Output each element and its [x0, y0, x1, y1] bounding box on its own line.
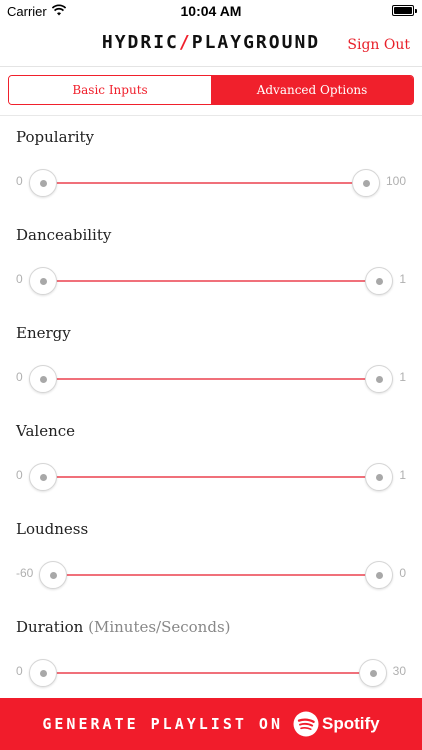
range-min-handle[interactable] [29, 463, 57, 491]
range-min-handle[interactable] [29, 659, 57, 687]
status-time: 10:04 AM [180, 3, 242, 19]
filter-duration: Duration (Minutes/Seconds) 0 30 [0, 606, 422, 704]
range-min-handle[interactable] [29, 169, 57, 197]
range-track[interactable] [43, 672, 373, 674]
range-max-handle[interactable] [359, 659, 387, 687]
range-min-handle[interactable] [39, 561, 67, 589]
filter-min-value: 0 [16, 468, 23, 482]
range-min-handle[interactable] [29, 267, 57, 295]
filter-label-text: Valence [16, 422, 76, 440]
filter-label-text: Duration [16, 618, 84, 636]
filter-label: Energy [16, 324, 71, 342]
range-track[interactable] [53, 574, 379, 576]
tab-basic-inputs[interactable]: Basic Inputs [9, 76, 211, 104]
filter-min-value: -60 [16, 566, 34, 580]
nav-bar: HYDRIC/PLAYGROUND Sign Out [0, 22, 422, 67]
range-max-handle[interactable] [365, 365, 393, 393]
range-track[interactable] [43, 378, 379, 380]
sign-out-button[interactable]: Sign Out [347, 37, 410, 53]
logo-slash: / [178, 32, 192, 53]
range-track[interactable] [43, 280, 379, 282]
range-track[interactable] [43, 476, 379, 478]
mode-segmented-control: Basic Inputs Advanced Options [8, 75, 414, 105]
filter-label-text: Popularity [16, 128, 94, 146]
filter-max-value: 100 [385, 174, 406, 188]
spotify-wordmark: Spotify [322, 714, 380, 733]
filter-min-value: 0 [16, 272, 23, 286]
filter-loudness: Loudness -60 0 [0, 508, 422, 606]
filter-label: Duration (Minutes/Seconds) [16, 618, 231, 636]
filter-max-value: 30 [392, 664, 406, 678]
filter-max-value: 1 [399, 370, 406, 384]
range-min-handle[interactable] [29, 365, 57, 393]
logo-word-playground: PLAYGROUND [191, 32, 321, 53]
filter-min-value: 0 [16, 174, 23, 188]
filter-max-value: 0 [399, 566, 406, 580]
filter-danceability: Danceability 0 1 [0, 214, 422, 312]
filter-label-text: Energy [16, 324, 71, 342]
filter-label-text: Danceability [16, 226, 112, 244]
range-max-handle[interactable] [352, 169, 380, 197]
filter-label-text: Loudness [16, 520, 89, 538]
filter-popularity: Popularity 0 100 [0, 116, 422, 214]
range-max-handle[interactable] [365, 267, 393, 295]
logo-word-hydric: HYDRIC [101, 32, 179, 53]
generate-playlist-button[interactable]: GENERATE PLAYLIST ON Spotify [0, 698, 422, 750]
filter-max-value: 1 [399, 468, 406, 482]
filter-valence: Valence 0 1 [0, 410, 422, 508]
battery-icon [392, 5, 417, 16]
range-max-handle[interactable] [365, 463, 393, 491]
range-track[interactable] [43, 182, 366, 184]
filter-label: Valence [16, 422, 75, 440]
filter-sublabel: (Minutes/Seconds) [88, 618, 231, 636]
filter-label: Danceability [16, 226, 111, 244]
filter-label: Loudness [16, 520, 88, 538]
filter-min-value: 0 [16, 664, 23, 678]
range-max-handle[interactable] [365, 561, 393, 589]
filter-max-value: 1 [399, 272, 406, 286]
filter-label: Popularity [16, 128, 94, 146]
filter-min-value: 0 [16, 370, 23, 384]
filter-energy: Energy 0 1 [0, 312, 422, 410]
generate-playlist-label: GENERATE PLAYLIST ON [42, 715, 283, 733]
status-bar: Carrier 10:04 AM [0, 0, 422, 22]
spotify-logo-icon [293, 711, 319, 737]
tab-advanced-options[interactable]: Advanced Options [211, 76, 413, 104]
